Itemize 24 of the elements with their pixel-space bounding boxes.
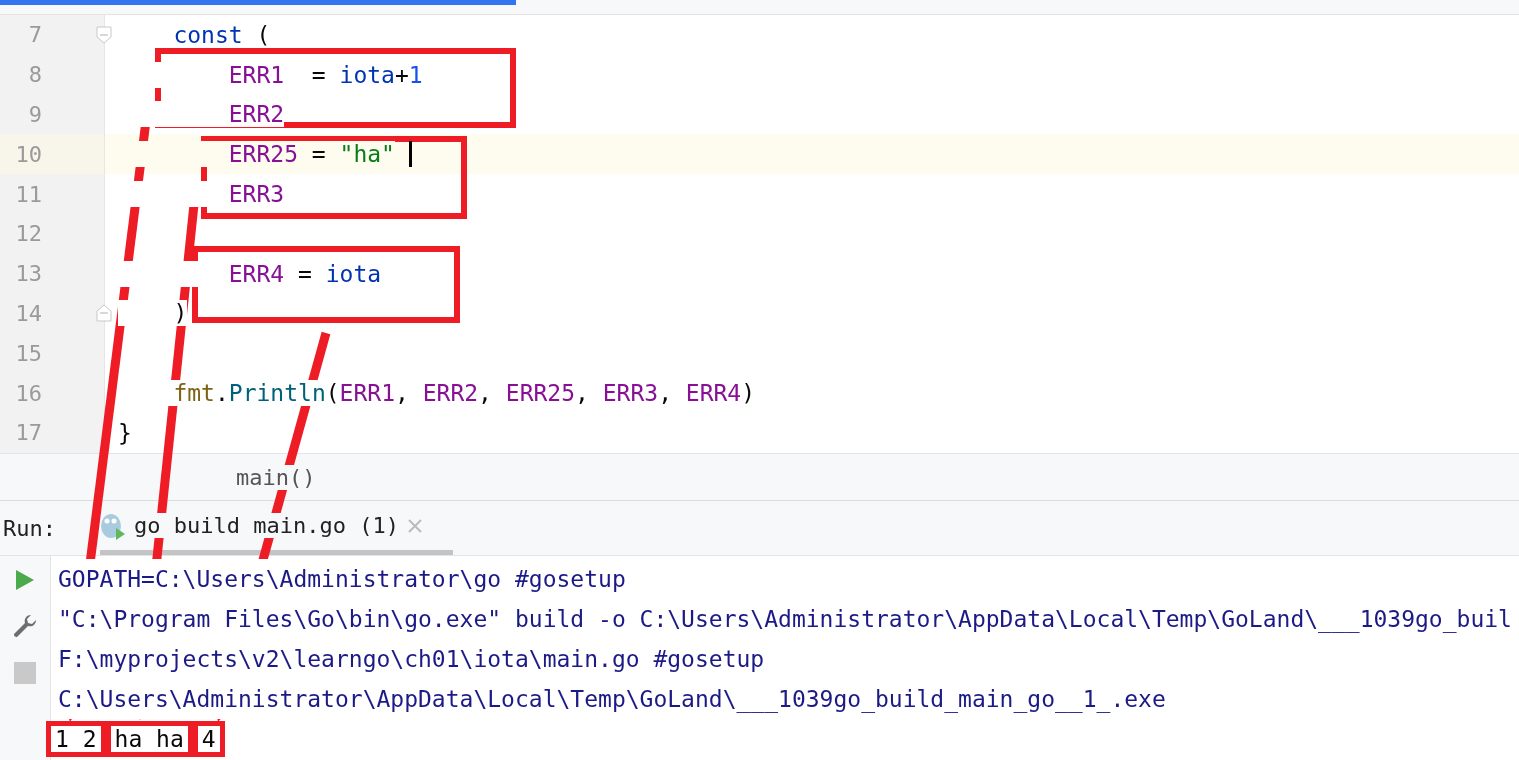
run-label: Run: [3, 515, 57, 541]
line-number: 13 [14, 261, 42, 287]
text-cursor [408, 141, 412, 168]
line-number: 15 [14, 340, 42, 366]
play-icon[interactable] [14, 568, 36, 592]
close-icon[interactable] [406, 517, 423, 534]
gopher-icon [100, 511, 126, 540]
line-number: 16 [14, 380, 42, 406]
run-tab[interactable]: go build main.go (1) [100, 501, 453, 555]
fold-marker-icon[interactable] [95, 303, 113, 324]
line-number: 7 [27, 22, 42, 48]
boxed-output: ha ha [105, 721, 193, 757]
line-number: 9 [27, 102, 42, 127]
line-number: 11 [14, 181, 42, 207]
boxed-output: 1 2 [46, 721, 106, 757]
wrench-icon[interactable] [12, 614, 38, 640]
fold-marker-icon[interactable] [95, 24, 113, 45]
line-number: 10 [14, 141, 42, 167]
line-number: 12 [14, 221, 42, 247]
line-number: 8 [27, 62, 42, 88]
line-number: 14 [14, 300, 42, 326]
line-number: 17 [14, 420, 42, 446]
boxed-output: 4 [192, 721, 225, 757]
stop-icon[interactable] [14, 662, 36, 684]
